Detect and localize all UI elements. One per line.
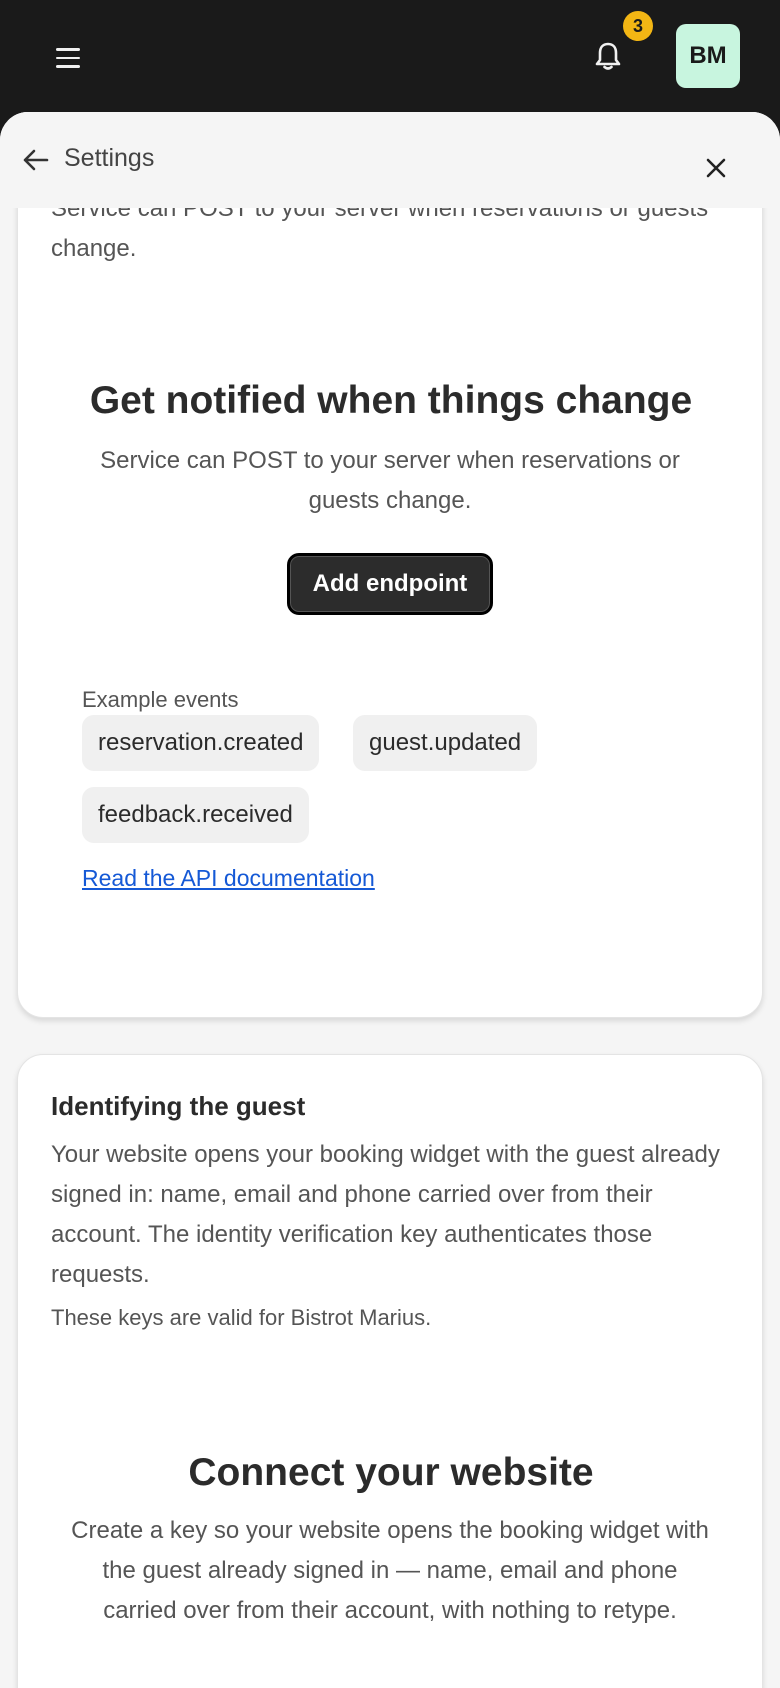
identity-intro-text: Your website opens your booking widget w… — [51, 1141, 720, 1288]
connect-website-description: Create a key so your website opens the b… — [71, 1517, 709, 1624]
add-endpoint-button[interactable]: Add endpoint — [287, 553, 493, 615]
bell-icon[interactable] — [590, 38, 626, 74]
arrow-left-icon[interactable] — [20, 144, 52, 176]
identity-card: Identifying the guest Your website opens… — [17, 1054, 763, 1688]
webhooks-card: Service can POST to your server when res… — [17, 112, 763, 1018]
sheet-header: Settings — [0, 112, 780, 208]
event-chip: feedback.received — [82, 787, 309, 843]
notification-count-badge: 3 — [623, 11, 653, 41]
close-icon[interactable] — [700, 152, 732, 184]
webhooks-empty-title: Get notified when things change — [89, 379, 693, 422]
sheet-title: Settings — [64, 144, 155, 172]
webhooks-empty-description: Service can POST to your server when res… — [100, 447, 680, 514]
hamburger-menu-icon[interactable] — [50, 40, 86, 76]
connect-website-title: Connect your website — [188, 1451, 594, 1494]
api-documentation-link[interactable]: Read the API documentation — [82, 865, 375, 892]
event-chip: reservation.created — [82, 715, 320, 771]
example-events-label: Example events — [82, 687, 239, 712]
user-avatar[interactable]: BM — [676, 24, 740, 88]
top-app-bar: 3 BM — [0, 0, 780, 112]
identity-card-title: Identifying the guest — [51, 1091, 306, 1121]
key-validity-note: These keys are valid for Bistrot Marius. — [51, 1305, 432, 1330]
event-chip: guest.updated — [353, 715, 538, 771]
settings-sheet: Settings Service can POST to your server… — [0, 112, 780, 1688]
